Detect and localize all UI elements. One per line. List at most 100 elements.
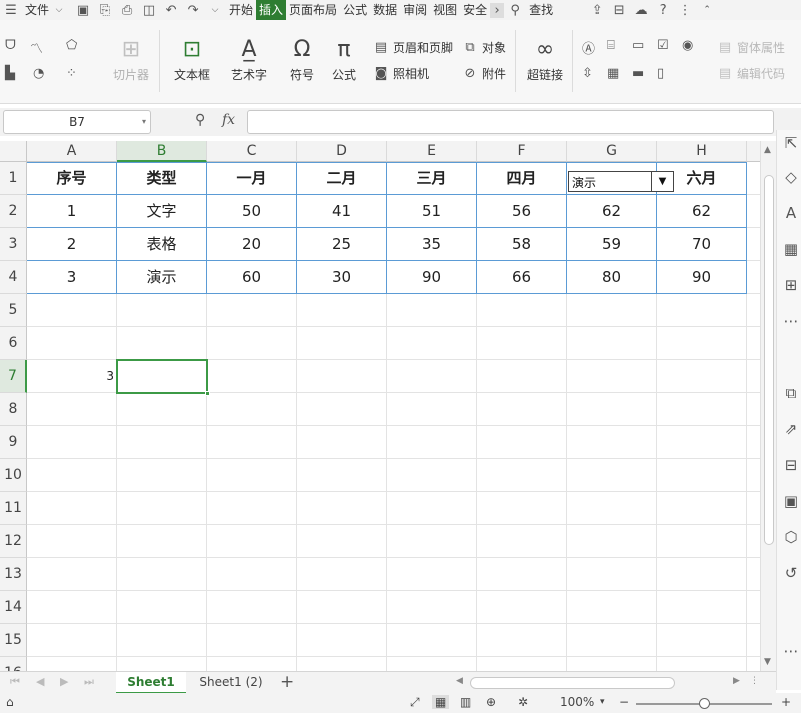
cell-b9[interactable] <box>117 426 207 459</box>
cell-c4[interactable]: 60 <box>207 261 297 294</box>
cell-e10[interactable] <box>387 459 477 492</box>
cell-g3[interactable]: 59 <box>567 228 657 261</box>
cell-c6[interactable] <box>207 327 297 360</box>
cell-a7[interactable]: 3 <box>27 360 117 393</box>
select-all-corner[interactable] <box>0 141 27 162</box>
reading-mode-icon[interactable]: ✲ <box>518 695 528 709</box>
cell-b13[interactable] <box>117 558 207 591</box>
row-header-3[interactable]: 3 <box>0 228 27 261</box>
cell-c1[interactable]: 一月 <box>207 162 297 195</box>
cell-b5[interactable] <box>117 294 207 327</box>
cell-e13[interactable] <box>387 558 477 591</box>
cell-g9[interactable] <box>567 426 657 459</box>
cell-d14[interactable] <box>297 591 387 624</box>
cell-b14[interactable] <box>117 591 207 624</box>
zoom-in-icon[interactable]: + <box>781 695 791 709</box>
row-header-5[interactable]: 5 <box>0 294 27 327</box>
row-header-9[interactable]: 9 <box>0 426 27 459</box>
label-control-icon[interactable]: Ⓐ <box>582 38 595 57</box>
box-icon[interactable]: ⊟ <box>782 456 800 474</box>
textbox-button[interactable]: ⊡ 文本框 <box>168 36 216 83</box>
cell-a10[interactable] <box>27 459 117 492</box>
cell-a1[interactable]: 序号 <box>27 162 117 195</box>
formula-input[interactable] <box>247 110 774 134</box>
cell-a4[interactable]: 3 <box>27 261 117 294</box>
rect-control-icon[interactable]: ▭ <box>632 38 644 53</box>
active-cell-b7[interactable] <box>116 359 210 396</box>
cell-g15[interactable] <box>567 624 657 657</box>
grid-apps-icon[interactable]: ⊞ <box>782 276 800 294</box>
cell-b1[interactable]: 类型 <box>117 162 207 195</box>
cell-b10[interactable] <box>117 459 207 492</box>
page-break-view-icon[interactable]: ⊕ <box>486 695 496 709</box>
column-header-d[interactable]: D <box>297 141 387 162</box>
spreadsheet-grid[interactable]: ABCDEFGH1序号类型一月二月三月四月五月六月21文字50415156626… <box>0 141 760 671</box>
cell-b12[interactable] <box>117 525 207 558</box>
save-icon[interactable]: ▣ <box>72 3 94 18</box>
cell-e1[interactable]: 三月 <box>387 162 477 195</box>
cell-d15[interactable] <box>297 624 387 657</box>
table-icon[interactable]: ▦ <box>782 240 800 258</box>
attachment-button[interactable]: ⊘ 附件 <box>462 65 506 82</box>
cell-c16[interactable] <box>207 657 297 671</box>
cell-e8[interactable] <box>387 393 477 426</box>
row-header-14[interactable]: 14 <box>0 591 27 624</box>
combo-control-icon[interactable]: ▬ <box>632 66 644 81</box>
tab-security[interactable]: 安全 <box>460 0 490 20</box>
chevron-down-icon[interactable]: ⌵ <box>52 5 66 15</box>
next-sheet-icon[interactable]: ▶ <box>60 675 68 688</box>
column-header-b[interactable]: B <box>117 141 207 162</box>
zoom-level[interactable]: 100% <box>560 695 594 709</box>
cell-f10[interactable] <box>477 459 567 492</box>
more-quick-icon[interactable]: ⌵ <box>204 5 226 15</box>
zoom-out-icon[interactable]: − <box>619 695 629 709</box>
formula-button[interactable]: π 公式 <box>328 36 360 83</box>
cell-a11[interactable] <box>27 492 117 525</box>
column-header-h[interactable]: H <box>657 141 747 162</box>
help-icon[interactable]: ? <box>652 3 674 18</box>
tab-formulas[interactable]: 公式 <box>340 0 370 20</box>
slicer-button[interactable]: ⊞ 切片器 <box>111 36 151 83</box>
fullscreen-icon[interactable]: ⤢ <box>410 695 420 710</box>
cell-c10[interactable] <box>207 459 297 492</box>
cell-g10[interactable] <box>567 459 657 492</box>
cell-e11[interactable] <box>387 492 477 525</box>
cell-h15[interactable] <box>657 624 747 657</box>
zoom-dropdown-icon[interactable]: ▾ <box>600 697 605 707</box>
prev-sheet-icon[interactable]: ◀ <box>36 675 44 688</box>
cell-d10[interactable] <box>297 459 387 492</box>
zoom-search-icon[interactable]: ⚲ <box>195 112 205 128</box>
row-header-4[interactable]: 4 <box>0 261 27 294</box>
column-header-c[interactable]: C <box>207 141 297 162</box>
tools-icon[interactable]: ⊟ <box>608 3 630 18</box>
plugin-icon[interactable]: ⬡ <box>782 528 800 546</box>
cell-g2[interactable]: 62 <box>567 195 657 228</box>
cell-e2[interactable]: 51 <box>387 195 477 228</box>
chevron-down-icon[interactable]: ▾ <box>142 111 146 133</box>
cell-a5[interactable] <box>27 294 117 327</box>
row-header-10[interactable]: 10 <box>0 459 27 492</box>
style-icon[interactable]: A <box>782 204 800 222</box>
cell-b15[interactable] <box>117 624 207 657</box>
fx-icon[interactable]: fx <box>222 112 235 128</box>
column-header-a[interactable]: A <box>27 141 117 162</box>
cell-h2[interactable]: 62 <box>657 195 747 228</box>
cell-h16[interactable] <box>657 657 747 671</box>
cell-d9[interactable] <box>297 426 387 459</box>
tab-review[interactable]: 审阅 <box>400 0 430 20</box>
cell-e6[interactable] <box>387 327 477 360</box>
cell-f6[interactable] <box>477 327 567 360</box>
list-control-icon[interactable]: ▦ <box>607 66 619 81</box>
window-props-button[interactable]: ▤ 窗体属性 <box>717 39 785 56</box>
cell-f8[interactable] <box>477 393 567 426</box>
search-button[interactable]: 查找 <box>526 0 556 20</box>
cell-f7[interactable] <box>477 360 567 393</box>
cell-h14[interactable] <box>657 591 747 624</box>
row-header-1[interactable]: 1 <box>0 162 27 195</box>
add-sheet-icon[interactable]: + <box>280 672 294 692</box>
last-sheet-icon[interactable]: ⏭ <box>84 675 94 689</box>
cell-g8[interactable] <box>567 393 657 426</box>
row-header-2[interactable]: 2 <box>0 195 27 228</box>
cell-h11[interactable] <box>657 492 747 525</box>
cell-a2[interactable]: 1 <box>27 195 117 228</box>
